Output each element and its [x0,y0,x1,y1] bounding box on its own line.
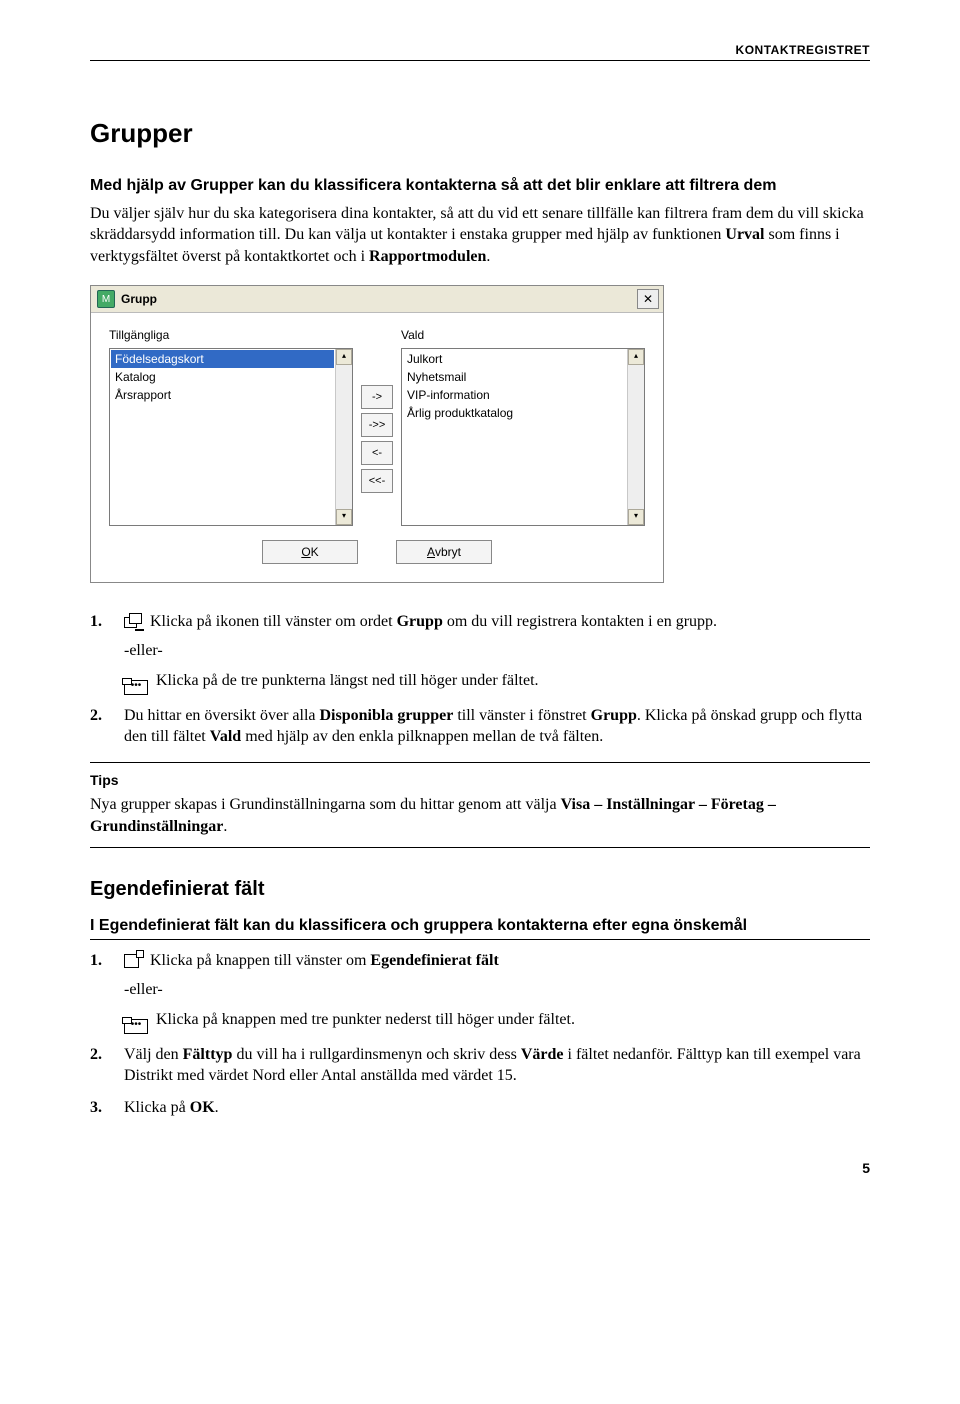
lead-text: Med hjälp av Grupper kan du klassificera… [90,175,870,197]
table-properties-icon [124,952,142,968]
page-number: 5 [90,1159,870,1178]
ellipsis-field-icon: ••• [124,1019,148,1034]
tips-title: Tips [90,771,870,790]
list-item[interactable]: Nyhetsmail [403,368,626,386]
step-text: med hjälp av den enkla pilknappen mellan… [241,728,603,745]
selected-listbox[interactable]: Julkort Nyhetsmail VIP-information Årlig… [401,348,645,526]
page-title: Grupper [90,116,870,151]
scroll-down-button[interactable]: ▾ [336,509,352,525]
step-bold: Vald [210,728,241,745]
move-all-right-button[interactable]: ->> [361,413,393,437]
scrollbar[interactable]: ▴ ▾ [627,349,644,525]
step-bold: Grupp [591,707,637,724]
step-text: Klicka på [124,1099,190,1116]
list-item[interactable]: Årlig produktkatalog [403,404,626,422]
step-number: 1. [90,611,112,695]
step-text: Klicka på knappen med tre punkter neders… [152,1011,575,1028]
intro-rapportmodulen: Rapportmodulen [369,248,486,265]
move-all-left-button[interactable]: <<- [361,469,393,493]
step-bold: Värde [521,1046,564,1063]
selected-label: Vald [401,327,645,343]
step-text: du vill ha i rullgardinsmenyn och skriv … [232,1046,520,1063]
dialog-titlebar: M Grupp ✕ [91,286,663,313]
step-bold: Disponibla grupper [320,707,454,724]
grupp-dialog: M Grupp ✕ Tillgängliga Födelsedagskort K… [90,285,664,582]
section-title: Egendefinierat fält [90,876,870,903]
step-number: 1. [90,950,112,1034]
intro-urval: Urval [725,226,764,243]
step-bold: Fälttyp [183,1046,233,1063]
scroll-up-button[interactable]: ▴ [336,349,352,365]
ok-button[interactable]: OK [262,540,358,564]
list-item[interactable]: Julkort [403,350,626,368]
list-item[interactable]: Födelsedagskort [111,350,334,368]
or-text: -eller- [124,979,870,1001]
scroll-up-button[interactable]: ▴ [628,349,644,365]
step-number: 2. [90,705,112,748]
tips-text: Nya grupper skapas i Grundinställningarn… [90,796,561,813]
step-number: 2. [90,1044,112,1087]
list-item[interactable]: Årsrapport [111,386,334,404]
available-listbox[interactable]: Födelsedagskort Katalog Årsrapport ▴ ▾ [109,348,353,526]
window-cascade-icon [124,613,142,629]
step-text: Klicka på de tre punkterna längst ned ti… [152,672,539,689]
step-bold: Grupp [397,613,443,630]
list-item[interactable]: VIP-information [403,386,626,404]
step-text: Du hittar en översikt över alla [124,707,320,724]
step-bold: OK [190,1099,215,1116]
close-icon[interactable]: ✕ [637,289,659,309]
available-label: Tillgängliga [109,327,353,343]
step-text: Klicka på knappen till vänster om [146,952,370,969]
tips-text: . [223,818,227,835]
list-item[interactable]: Katalog [111,368,334,386]
scroll-down-button[interactable]: ▾ [628,509,644,525]
move-right-button[interactable]: -> [361,385,393,409]
move-left-button[interactable]: <- [361,441,393,465]
cancel-button[interactable]: Avbryt [396,540,492,564]
scrollbar[interactable]: ▴ ▾ [335,349,352,525]
intro-paragraph: Du väljer själv hur du ska kategorisera … [90,203,870,268]
step-text: Välj den [124,1046,183,1063]
ellipsis-field-icon: ••• [124,680,148,695]
step-text: om du vill registrera kontakten i en gru… [443,613,717,630]
header-label: KONTAKTREGISTRET [736,42,870,58]
or-text: -eller- [124,640,870,662]
section-lead: I Egendefinierat fält kan du klassificer… [90,915,870,940]
step-text: . [215,1099,219,1116]
tips-box: Tips Nya grupper skapas i Grundinställni… [90,762,870,848]
step-text: till vänster i fönstret [453,707,590,724]
header-rule [90,60,870,61]
dialog-title: Grupp [121,291,157,307]
step-bold: Egendefinierat fält [370,952,498,969]
step-number: 3. [90,1097,112,1119]
step-text: Klicka på ikonen till vänster om ordet [146,613,397,630]
app-icon: M [97,290,115,308]
